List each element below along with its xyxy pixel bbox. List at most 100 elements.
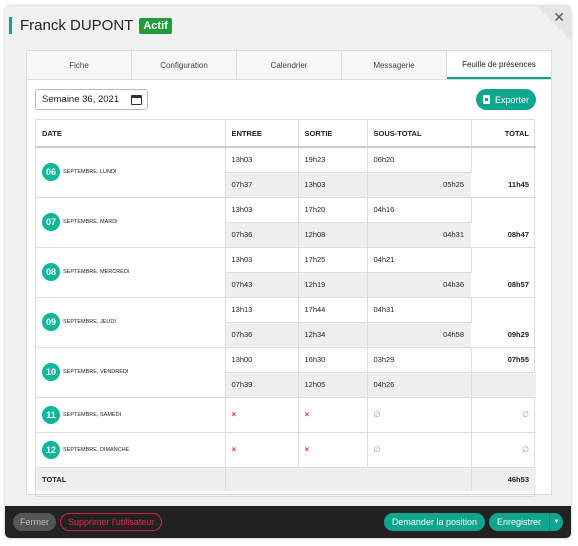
exit-missing: × (298, 397, 368, 433)
day-label: SEPTEMBRE, JEUDI (63, 319, 116, 325)
column-header: DATE (36, 120, 226, 148)
employee-name: Franck DUPONT (20, 17, 134, 34)
date-cell: 12 SEPTEMBRE, DIMANCHE (36, 432, 226, 468)
content-card: Fiche Configuration Calendrier Messageri… (26, 50, 552, 497)
total-empty: ∅ (471, 397, 536, 433)
exit-time: 16h30 (298, 347, 368, 373)
subtotal: 04h31 (367, 222, 471, 248)
total-spacer (225, 467, 472, 491)
table-header-row: DATE ENTREE SORTIE SOUS-TOTAL TOTAL (36, 120, 536, 148)
subtotal: 06h20 (367, 147, 472, 173)
cross-icon: × (304, 410, 310, 419)
exit-time: 19h23 (298, 147, 368, 173)
day-label: SEPTEMBRE, VENDREDI (63, 369, 129, 375)
week-picker[interactable]: Semaine 36, 2021 (35, 89, 148, 110)
exit-time: 13h03 (298, 172, 368, 198)
column-header: TOTAL (471, 120, 536, 148)
subtotal: 04h31 (367, 297, 472, 323)
table-row: 12 SEPTEMBRE, DIMANCHE × × ∅ ∅ (36, 432, 536, 468)
date-cell: 08 SEPTEMBRE, MERCREDI (36, 247, 226, 298)
calendar-icon[interactable] (131, 94, 142, 105)
tab-fiche[interactable]: Fiche (27, 51, 132, 79)
close-button[interactable]: Fermer (13, 513, 56, 531)
exit-missing: × (298, 432, 368, 468)
day-number: 09 (42, 313, 60, 331)
date-cell: 09 SEPTEMBRE, JEUDI (36, 297, 226, 348)
day-label: SEPTEMBRE, MARDI (63, 219, 118, 225)
tab-configuration[interactable]: Configuration (132, 51, 237, 79)
entry-missing: × (225, 397, 299, 433)
table-row: 06 SEPTEMBRE, LUNDI 13h03 19h23 06h20 11h… (36, 147, 536, 198)
total-label: TOTAL (36, 467, 226, 491)
day-label: SEPTEMBRE, MERCREDI (63, 269, 130, 275)
date-cell: 10 SEPTEMBRE, VENDREDI (36, 347, 226, 398)
entry-time: 07h37 (225, 172, 299, 198)
empty-set-icon: ∅ (373, 445, 381, 454)
status-badge: Actif (139, 17, 172, 34)
empty-set-icon: ∅ (522, 445, 529, 454)
subtotal: 03h29 (367, 347, 472, 373)
exit-time: 12h08 (298, 222, 368, 248)
subtotal: 04h26 (367, 372, 472, 398)
column-header: SORTIE (298, 120, 368, 148)
exit-time: 17h20 (298, 197, 368, 223)
day-number: 08 (42, 263, 60, 281)
close-icon[interactable]: ✕ (553, 10, 565, 24)
cross-icon: × (231, 410, 237, 419)
cross-icon: × (304, 445, 310, 454)
day-number: 12 (42, 440, 60, 459)
week-picker-value: Semaine 36, 2021 (42, 94, 120, 105)
entry-time: 13h03 (225, 147, 299, 173)
subtotal: 04h36 (367, 272, 471, 298)
table-row: 11 SEPTEMBRE, SAMEDI × × ∅ ∅ (36, 397, 536, 433)
date-cell: 11 SEPTEMBRE, SAMEDI (36, 397, 226, 433)
day-total: 11h45 (471, 147, 536, 198)
day-label: SEPTEMBRE, SAMEDI (63, 411, 122, 418)
exit-time: 12h05 (298, 372, 368, 398)
entry-time: 13h03 (225, 247, 299, 273)
table-row: 10 SEPTEMBRE, VENDREDI 13h00 16h30 03h29 … (36, 347, 536, 398)
day-total: 08h57 (471, 247, 536, 298)
exit-time: 12h19 (298, 272, 368, 298)
subtotal: 04h21 (367, 247, 472, 273)
day-number: 11 (42, 405, 60, 424)
chevron-down-icon[interactable]: ▼ (549, 513, 563, 531)
save-button-group: Enregistrer ▼ (488, 513, 563, 531)
table-row: 08 SEPTEMBRE, MERCREDI 13h03 17h25 04h21 … (36, 247, 536, 298)
tab-calendrier[interactable]: Calendrier (237, 51, 342, 79)
export-button[interactable]: Exporter (476, 89, 536, 110)
save-button[interactable]: Enregistrer (489, 517, 549, 527)
subtotal: 05h25 (367, 172, 471, 198)
column-header: ENTREE (225, 120, 299, 148)
tab-messagerie[interactable]: Messagerie (342, 51, 447, 79)
grand-total: 46h53 (471, 467, 536, 491)
day-total: 07h55 (471, 347, 536, 373)
delete-user-button[interactable]: Supprimer l'utilisateur (60, 513, 163, 531)
cross-icon: × (231, 445, 237, 454)
empty-total-cell (471, 372, 536, 398)
day-label: SEPTEMBRE, LUNDI (63, 169, 117, 176)
exit-time: 17h44 (298, 297, 368, 323)
day-total: 09h29 (471, 297, 536, 348)
attendance-table: DATE ENTREE SORTIE SOUS-TOTAL TOTAL 06 SE… (35, 119, 536, 497)
entry-time: 07h36 (225, 322, 299, 348)
export-label: Exporter (494, 94, 529, 105)
title-bar: Franck DUPONT Actif (9, 17, 172, 34)
day-total: 08h47 (471, 197, 536, 248)
entry-missing: × (225, 432, 299, 468)
tab-feuille-de-presences[interactable]: Feuille de présences (447, 51, 551, 79)
total-row: TOTAL 46h53 (36, 467, 536, 491)
table-row: 07 SEPTEMBRE, MARDI 13h03 17h20 04h16 08h… (36, 197, 536, 248)
request-position-button[interactable]: Demander la position (383, 513, 485, 531)
table-row: 09 SEPTEMBRE, JEUDI 13h13 17h44 04h31 09h… (36, 297, 536, 348)
day-number: 10 (42, 363, 60, 381)
date-cell: 07 SEPTEMBRE, MARDI (36, 197, 226, 248)
subtotal-empty: ∅ (367, 397, 472, 433)
entry-time: 13h00 (225, 347, 299, 373)
entry-time: 13h13 (225, 297, 299, 323)
employee-modal: ✕ Franck DUPONT Actif Fiche Configuratio… (5, 6, 571, 538)
date-cell: 06 SEPTEMBRE, LUNDI (36, 147, 226, 198)
total-empty: ∅ (471, 432, 536, 468)
day-number: 06 (42, 163, 60, 182)
day-number: 07 (42, 213, 60, 231)
